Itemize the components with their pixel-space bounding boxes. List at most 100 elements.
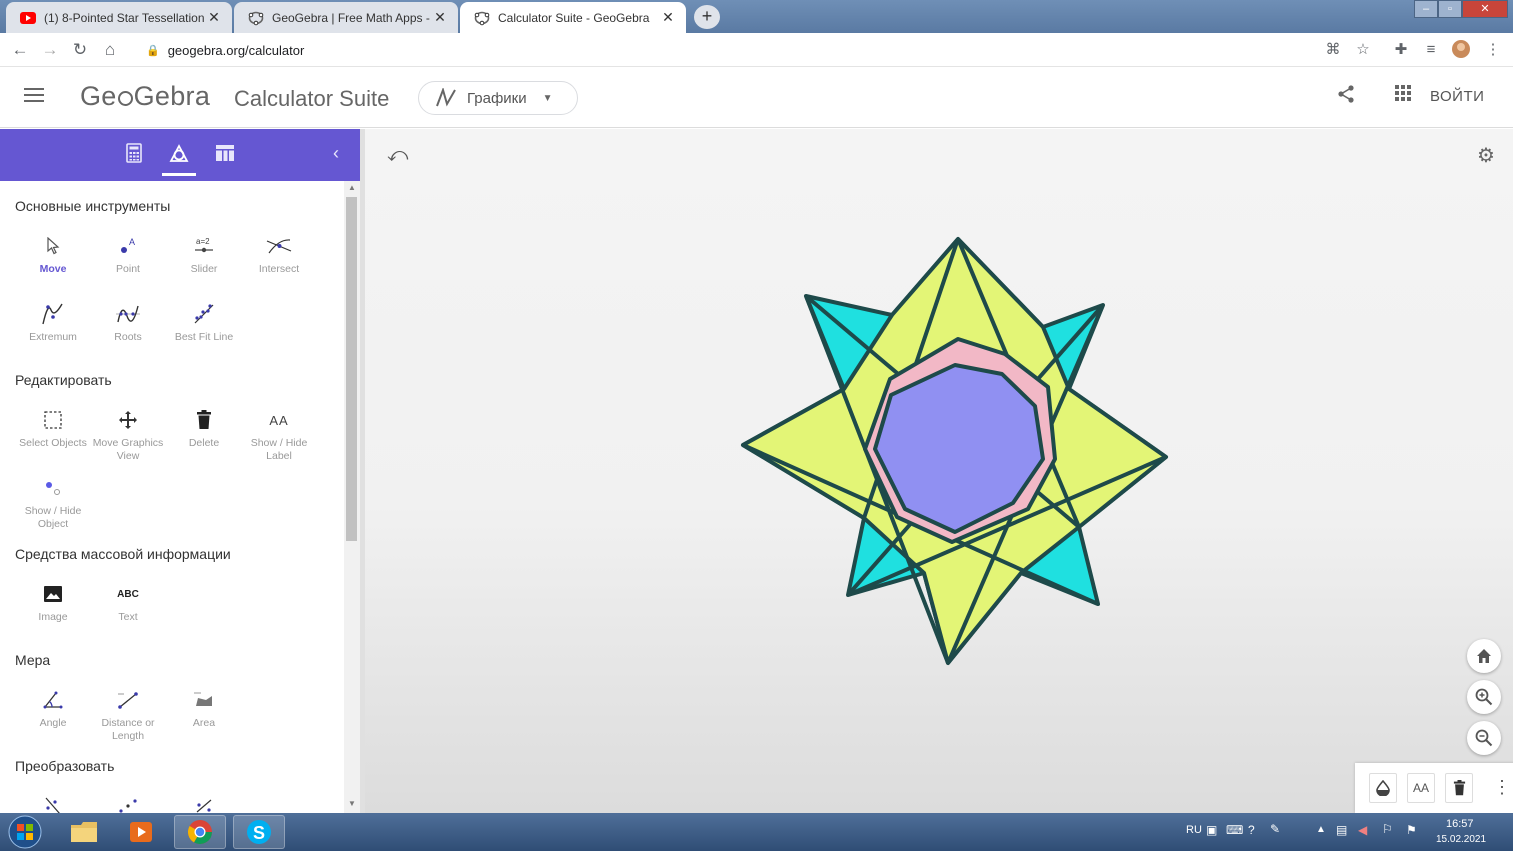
browser-tab-geogebra-apps[interactable]: GeoGebra | Free Math Apps - use ✕ — [234, 2, 458, 33]
extremum-icon — [15, 297, 91, 331]
browser-tab-calculator-suite[interactable]: Calculator Suite - GeoGebra ✕ — [460, 2, 686, 33]
reload-icon[interactable]: ↻ — [68, 38, 92, 62]
profile-avatar[interactable] — [1450, 39, 1472, 61]
home-icon[interactable]: ⌂ — [98, 38, 122, 62]
tool-show-hide-object[interactable]: Show / Hide Object — [15, 471, 91, 531]
graphing-icon — [436, 88, 456, 107]
folder-icon — [71, 822, 97, 842]
tool-best-fit-line[interactable]: Best Fit Line — [166, 297, 242, 344]
browser-tab-youtube[interactable]: (1) 8-Pointed Star Tessellation in ✕ — [6, 2, 232, 33]
home-view-button[interactable] — [1467, 639, 1501, 673]
close-icon[interactable]: ✕ — [432, 9, 448, 26]
share-icon[interactable] — [1334, 84, 1358, 108]
tool-angle[interactable]: Angle — [15, 683, 91, 730]
tray-help-icon[interactable]: ? — [1248, 823, 1255, 837]
browser-menu-icon[interactable]: ⋮ — [1482, 39, 1504, 61]
tools-scrollbar[interactable]: ▲ ▼ — [344, 181, 360, 813]
tool-move[interactable]: Move — [15, 229, 91, 276]
network-icon[interactable]: ▤ — [1336, 823, 1347, 837]
label-style-icon[interactable]: AA — [1407, 773, 1435, 803]
algebra-calculator-icon[interactable] — [121, 143, 147, 169]
tool-delete[interactable]: Delete — [166, 403, 242, 450]
tool-reflect-point[interactable] — [90, 789, 166, 813]
clock-time[interactable]: 16:57 — [1446, 818, 1474, 830]
app-selector-dropdown[interactable]: Графики ▼ — [418, 81, 578, 115]
language-indicator[interactable]: RU — [1186, 824, 1202, 836]
tool-translate[interactable] — [166, 789, 242, 813]
geogebra-icon — [248, 10, 264, 26]
cursor-arrow-icon — [15, 229, 91, 263]
minimize-button[interactable]: – — [1414, 0, 1438, 18]
skype-taskbar-button[interactable]: S — [233, 815, 285, 849]
delete-object-icon[interactable] — [1445, 773, 1473, 803]
tool-select-objects[interactable]: Select Objects — [15, 403, 91, 450]
scroll-down-icon[interactable]: ▼ — [344, 799, 360, 808]
chrome-taskbar-button[interactable] — [174, 815, 226, 849]
suite-title: Calculator Suite — [234, 86, 390, 111]
media-queue-icon[interactable]: ≡ — [1420, 39, 1442, 61]
tray-expand-icon[interactable]: ▲ — [1316, 824, 1326, 835]
tool-show-hide-label[interactable]: AA Show / Hide Label — [241, 403, 317, 463]
image-icon — [15, 577, 91, 611]
tray-pen-icon[interactable]: ✎ — [1270, 822, 1280, 836]
tray-pdf-icon[interactable]: ▣ — [1206, 823, 1217, 837]
url-text: geogebra.org/calculator — [167, 42, 305, 58]
tool-reflect[interactable] — [15, 789, 91, 813]
extensions-icon[interactable]: ✚ — [1390, 39, 1412, 61]
tool-panel-tabs: ‹ — [0, 129, 360, 181]
back-arrow-icon[interactable]: ← — [8, 38, 32, 62]
tool-text[interactable]: ABC Text — [90, 577, 166, 624]
tool-distance-length[interactable]: Distance or Length — [90, 683, 166, 743]
svg-text:A: A — [129, 237, 135, 247]
tool-roots[interactable]: Roots — [90, 297, 166, 344]
action-center-icon[interactable]: ⚑ — [1406, 823, 1417, 837]
start-button[interactable] — [0, 815, 50, 849]
geogebra-logo[interactable]: Ge Gebra — [80, 81, 210, 112]
tool-image[interactable]: Image — [15, 577, 91, 624]
maximize-button[interactable]: ▫ — [1438, 0, 1462, 18]
style-bar: AA ⋮ — [1355, 763, 1513, 813]
more-options-icon[interactable]: ⋮ — [1493, 777, 1511, 798]
tray-keyboard-icon[interactable]: ⌨ — [1226, 823, 1243, 837]
tool-move-graphics-view[interactable]: Move Graphics View — [90, 403, 166, 463]
login-button[interactable]: ВОЙТИ — [1430, 88, 1484, 105]
tool-slider[interactable]: a=2 Slider — [166, 229, 242, 276]
tool-area[interactable]: Area — [166, 683, 242, 730]
star-tessellation-drawing[interactable] — [365, 129, 1513, 813]
show-hide-object-icon — [15, 471, 91, 505]
volume-icon[interactable]: ◀ — [1358, 823, 1367, 837]
tool-intersect[interactable]: Intersect — [241, 229, 317, 276]
tools-panel: Основные инструменты Move A Point a=2 Sl… — [0, 181, 344, 813]
tool-extremum[interactable]: Extremum — [15, 297, 91, 344]
tools-tab-icon[interactable] — [166, 143, 192, 169]
translate-icon[interactable]: ⌘ — [1322, 39, 1344, 61]
address-bar[interactable]: 🔒 geogebra.org/calculator — [134, 37, 1380, 63]
window-close-button[interactable]: ✕ — [1462, 0, 1508, 18]
clock-date[interactable]: 15.02.2021 — [1436, 834, 1486, 845]
file-explorer-taskbar-button[interactable] — [58, 815, 110, 849]
graphics-view[interactable]: ⤺ ⚙ AA ⋮ — [360, 129, 1513, 813]
translate-vector-icon — [166, 789, 242, 813]
media-player-taskbar-button[interactable] — [115, 815, 167, 849]
table-icon[interactable] — [212, 143, 238, 169]
chrome-icon — [187, 820, 212, 845]
tab-title: Calculator Suite - GeoGebra — [498, 10, 650, 25]
scroll-up-icon[interactable]: ▲ — [344, 183, 360, 192]
zoom-in-button[interactable] — [1467, 680, 1501, 714]
fill-color-icon[interactable] — [1369, 773, 1397, 803]
close-icon[interactable]: ✕ — [206, 9, 222, 26]
bookmark-star-icon[interactable]: ☆ — [1352, 39, 1374, 61]
flag-uk-icon[interactable]: ⚐ — [1382, 822, 1393, 836]
section-basic-tools: Основные инструменты — [15, 198, 171, 214]
apps-grid-icon[interactable] — [1391, 84, 1415, 108]
scrollbar-thumb[interactable] — [346, 197, 357, 541]
collapse-panel-icon[interactable]: ‹ — [326, 143, 346, 164]
close-icon[interactable]: ✕ — [660, 9, 676, 26]
new-tab-button[interactable]: + — [694, 5, 720, 29]
zoom-out-button[interactable] — [1467, 721, 1501, 755]
forward-arrow-icon[interactable]: → — [38, 38, 62, 62]
tab-title: (1) 8-Pointed Star Tessellation in — [44, 10, 206, 25]
tool-point[interactable]: A Point — [90, 229, 166, 276]
hamburger-menu-icon[interactable] — [24, 88, 44, 104]
app-header: Ge Gebra Calculator Suite Графики ▼ ВОЙТИ — [0, 68, 1513, 128]
